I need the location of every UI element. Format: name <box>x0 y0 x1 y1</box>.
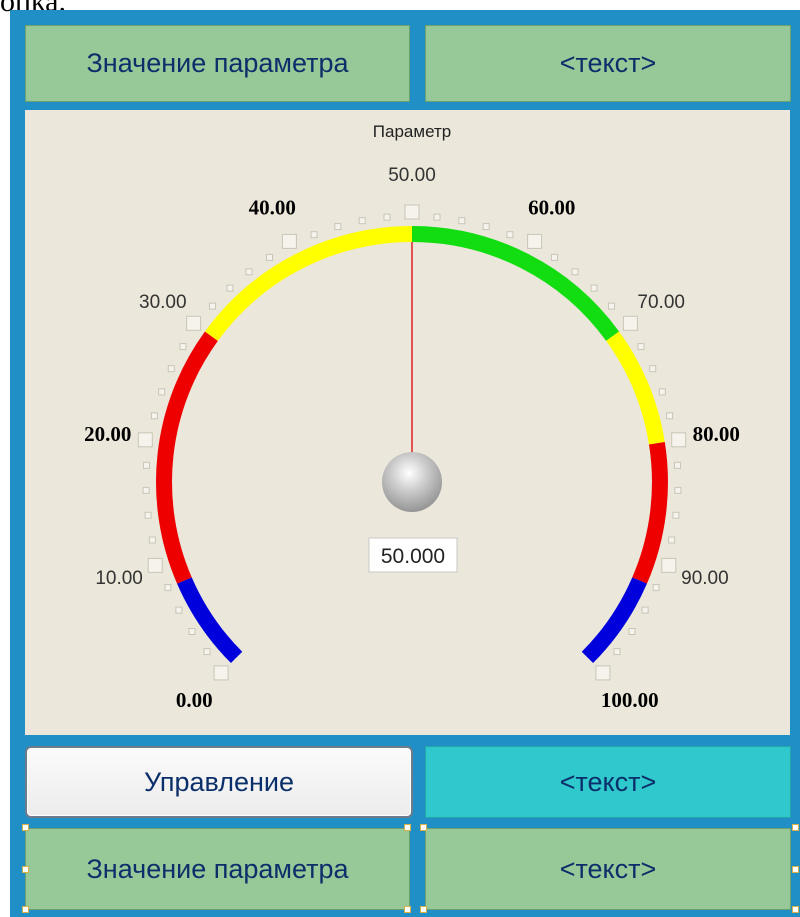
minor-tick <box>148 536 156 544</box>
minor-tick <box>652 584 660 592</box>
selection-handle[interactable] <box>792 906 799 913</box>
gauge-color-zone <box>632 441 668 584</box>
minor-tick <box>641 606 649 614</box>
major-tick <box>661 557 677 573</box>
tick-label: 50.00 <box>388 165 436 186</box>
minor-tick <box>142 486 150 494</box>
tick-label: 30.00 <box>139 292 187 313</box>
needle-hub[interactable] <box>382 452 442 512</box>
minor-tick <box>666 412 674 420</box>
minor-tick <box>458 217 466 225</box>
tick-label: 100.00 <box>601 688 659 712</box>
major-tick <box>527 233 543 249</box>
minor-tick <box>628 628 636 635</box>
text-field-bottom[interactable]: <текст> <box>425 828 791 910</box>
minor-tick <box>637 343 645 351</box>
value-readout: 50.000 <box>381 545 445 568</box>
minor-tick <box>506 231 514 239</box>
gauge-color-zone <box>156 331 218 584</box>
minor-tick <box>245 268 253 276</box>
selection-handle[interactable] <box>792 866 799 873</box>
selection-handle[interactable] <box>22 824 29 831</box>
minor-tick <box>209 302 216 310</box>
major-tick <box>622 315 638 331</box>
minor-tick <box>334 223 342 231</box>
minor-tick <box>613 648 621 656</box>
minor-tick <box>167 365 175 373</box>
minor-tick <box>310 231 318 239</box>
minor-tick <box>158 388 166 396</box>
minor-tick <box>482 223 490 231</box>
major-tick <box>147 557 163 573</box>
minor-tick <box>226 284 234 292</box>
tick-label: 10.00 <box>95 568 143 589</box>
minor-tick <box>674 461 681 469</box>
minor-tick <box>266 253 273 261</box>
gauge-color-zone <box>204 226 413 341</box>
gauge-color-zone <box>581 577 647 664</box>
text-field-cyan[interactable]: <текст> <box>425 746 791 818</box>
tick-label: 70.00 <box>637 292 685 313</box>
parameter-value-label-bottom[interactable]: Значение параметра <box>25 828 410 910</box>
tick-label: 20.00 <box>84 422 131 446</box>
gauge-color-zone <box>606 331 665 445</box>
minor-tick <box>658 388 666 396</box>
tick-label: 80.00 <box>693 422 740 446</box>
minor-tick <box>571 268 579 276</box>
minor-tick <box>203 648 211 656</box>
minor-tick <box>608 302 615 310</box>
minor-tick <box>164 584 172 592</box>
minor-tick <box>674 486 682 494</box>
parameter-value-label-top[interactable]: Значение параметра <box>25 25 410 102</box>
minor-tick <box>551 253 558 261</box>
major-tick <box>137 432 153 448</box>
tick-label: 90.00 <box>681 568 729 589</box>
selection-handle[interactable] <box>420 824 427 831</box>
major-tick <box>595 665 611 681</box>
gauge-color-zone <box>411 226 620 341</box>
selection-handle[interactable] <box>404 824 411 831</box>
major-tick <box>213 665 229 681</box>
gauge-color-zone <box>177 577 243 664</box>
tick-label: 60.00 <box>528 196 575 220</box>
major-tick <box>281 233 297 249</box>
gauge: 0.00 10.00 20.00 30.00 40.00 50.00 60.00 70.00 8… <box>84 122 740 712</box>
major-tick <box>671 432 687 448</box>
selection-handle[interactable] <box>420 906 427 913</box>
major-tick <box>404 204 420 220</box>
text-field-top[interactable]: <текст> <box>425 25 791 102</box>
control-button[interactable]: Управление <box>25 746 413 818</box>
minor-tick <box>150 412 158 420</box>
minor-tick <box>144 511 152 519</box>
minor-tick <box>383 213 391 221</box>
tick-label: 0.00 <box>176 688 213 712</box>
minor-tick <box>590 284 598 292</box>
selection-handle[interactable] <box>22 906 29 913</box>
minor-tick <box>143 461 150 469</box>
selection-handle[interactable] <box>404 906 411 913</box>
minor-tick <box>188 628 196 635</box>
selection-handle[interactable] <box>792 824 799 831</box>
minor-tick <box>175 606 183 614</box>
selection-handle[interactable] <box>22 866 29 873</box>
gauge-title: Параметр <box>373 122 451 141</box>
gauge-panel: 0.00 10.00 20.00 30.00 40.00 50.00 60.00 70.00 8… <box>25 110 790 735</box>
tick-label: 40.00 <box>249 196 296 220</box>
major-tick <box>186 315 202 331</box>
minor-tick <box>672 511 680 519</box>
minor-tick <box>433 213 441 221</box>
minor-tick <box>649 365 657 373</box>
minor-tick <box>358 217 366 225</box>
minor-tick <box>668 536 676 544</box>
minor-tick <box>179 343 187 351</box>
